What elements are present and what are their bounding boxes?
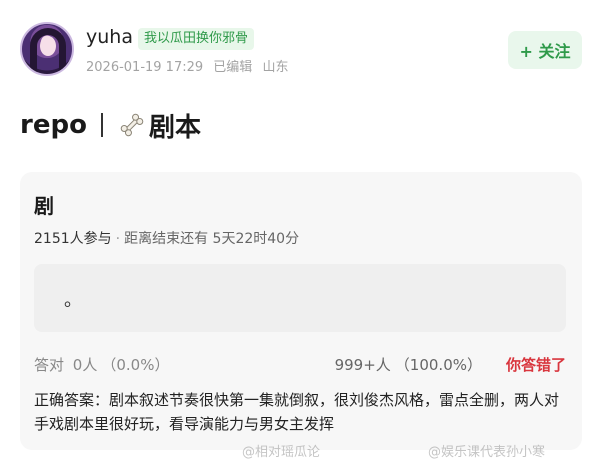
poll-option-text: 。 (64, 290, 82, 311)
author-badge: 我以瓜田换你邪骨 (138, 28, 255, 50)
follow-button[interactable]: + 关注 (508, 31, 582, 69)
post-header: yuha 我以瓜田换你邪骨 2026-01-19 17:29 已编辑 山东 + … (20, 22, 582, 80)
poll-card: 剧 2151人参与 · 距离结束还有 5天22时40分 。 答对 0人 （0.0%） … (20, 172, 582, 450)
title-prefix: repo (20, 110, 87, 140)
watermarks: @相对瑶瓜论 @娱乐课代表孙小寒 (242, 441, 600, 461)
post-meta: 2026-01-19 17:29 已编辑 山东 (86, 56, 294, 75)
remaining-prefix: 距离结束还有 (124, 231, 209, 247)
poll-question: 剧 (34, 194, 54, 218)
watermark-1: @相对瑶瓜论 (242, 445, 321, 460)
wrong-number: 999+人 (334, 356, 391, 374)
edited-label: 已编辑 (213, 60, 253, 75)
post-datetime: 2026-01-19 17:29 (86, 60, 204, 75)
author-name[interactable]: yuha (86, 26, 133, 48)
bone-icon (119, 112, 145, 138)
avatar[interactable] (20, 22, 74, 76)
watermark-2: @娱乐课代表孙小寒 (428, 445, 546, 460)
wrong-status: 你答错了 (505, 356, 566, 374)
poll-option[interactable]: 。 (34, 264, 566, 332)
correct-answer: 正确答案：剧本叙述节奏很快第一集就倒叙，很刘俊杰风格，雷点全删，两人对手戏剧本里… (34, 391, 560, 433)
post-title: repo 剧本 (20, 108, 201, 143)
title-divider (100, 113, 103, 137)
correct-count: 答对 0人 （0.0%） (34, 354, 173, 375)
avatar-face (40, 36, 56, 56)
wrong-percent: （100.0%） (394, 356, 482, 374)
stats-separator: · (115, 231, 121, 247)
participant-count: 2151人参与 (34, 231, 112, 247)
post-location: 山东 (262, 60, 289, 75)
remaining-time: 5天22时40分 (212, 231, 300, 247)
poll-stats: 2151人参与 · 距离结束还有 5天22时40分 (34, 228, 299, 248)
correct-label: 答对 (34, 356, 65, 374)
correct-percent: （0.0%） (101, 356, 170, 374)
wrong-count: 999+人 （100.0%） (335, 354, 486, 375)
correct-number: 0人 (72, 356, 98, 374)
title-topic: 剧本 (148, 112, 201, 143)
